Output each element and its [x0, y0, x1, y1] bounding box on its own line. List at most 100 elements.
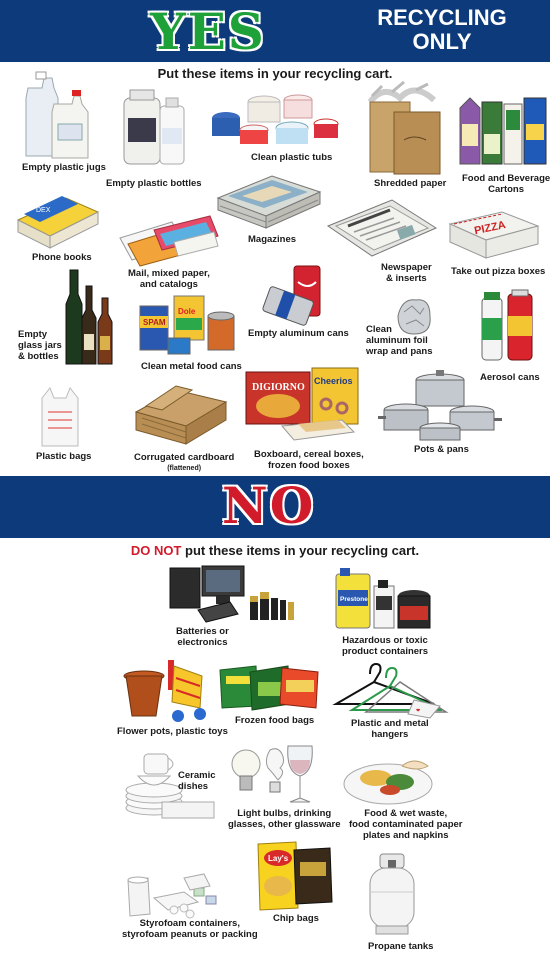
cardboard-label-main: Corrugated cardboard: [134, 452, 235, 463]
newspaper-label: Newspaper & inserts: [381, 262, 432, 284]
frozen-food-bags-image: [219, 665, 319, 711]
newspaper-image: [326, 199, 438, 257]
aerosol-cans-image: [481, 289, 533, 361]
pots-pans-image: [378, 370, 502, 441]
plastic-tubs-image: [212, 94, 339, 144]
no-banner: NO: [0, 476, 550, 538]
hazardous-label-line-1: Hazardous or toxic: [342, 635, 428, 646]
plastic-bottles-label: Empty plastic bottles: [106, 178, 202, 189]
cardboard-flattened-note: (flattened): [167, 465, 202, 472]
mail-image: [119, 215, 219, 267]
spam-text: SPAM: [143, 318, 166, 327]
plastic-bottles-image: [123, 89, 185, 165]
cartons-label: Food and Beverage Cartons: [462, 173, 550, 195]
foil-label-line-2: aluminum foil: [366, 335, 428, 346]
no-heading: NO: [221, 476, 316, 535]
aluminum-foil-label: Clean aluminum foil wrap and pans: [366, 324, 433, 357]
recycling-only-tagline: RECYCLING ONLY: [362, 6, 522, 54]
batteries-label-line-2: electronics: [177, 637, 228, 648]
do-not-emphasis: DO NOT: [130, 543, 182, 558]
hazardous-containers-image: Prestone: [335, 568, 431, 629]
foil-label-line-3: wrap and pans: [366, 346, 433, 357]
light-bulbs-label: Light bulbs, drinking glasses, other gla…: [228, 808, 340, 830]
ceramic-label-line-2: dishes: [178, 781, 209, 792]
newspaper-label-line-1: Newspaper: [381, 262, 432, 273]
propane-tank-image: [369, 853, 415, 935]
food-label-line-1: Food & wet waste,: [364, 808, 448, 819]
chip-bags-label: Chip bags: [273, 913, 319, 924]
shredded-paper-label: Shredded paper: [374, 178, 447, 189]
mail-label-line-1: Mail, mixed paper,: [128, 268, 210, 279]
flower-pots-toys-image: [123, 660, 206, 722]
aluminum-cans-label: Empty aluminum cans: [248, 328, 349, 339]
styrofoam-image: [127, 873, 217, 919]
svg-text:DEX: DEX: [36, 207, 51, 214]
svg-text:❤: ❤: [416, 708, 420, 714]
metal-cans-label: Clean metal food cans: [141, 361, 242, 372]
batteries-label-line-1: Batteries or: [176, 626, 229, 637]
phone-books-label: Phone books: [32, 252, 92, 263]
foil-label-line-1: Clean: [366, 324, 392, 335]
batteries-label: Batteries or electronics: [176, 626, 229, 648]
cartons-image: [459, 97, 547, 165]
styro-label-line-1: Styrofoam containers,: [139, 918, 240, 929]
prestone-text: Prestone: [340, 596, 368, 603]
food-label-line-2: food contaminated paper: [349, 819, 463, 830]
food-waste-image: [343, 760, 433, 805]
boxboard-label-line-2: frozen food boxes: [268, 460, 350, 471]
no-instruction: DO NOT put these items in your recycling…: [0, 543, 550, 558]
yes-banner: YES RECYCLING ONLY: [0, 0, 550, 62]
hangers-label-line-1: Plastic and metal: [351, 718, 429, 729]
phone-books-image: DEX: [16, 196, 100, 249]
boxboard-label-line-1: Boxboard, cereal boxes,: [254, 449, 364, 460]
chip-bags-image: Lay's: [257, 841, 333, 911]
hangers-image: ❤: [332, 662, 449, 719]
ceramic-dishes-label: Ceramic dishes: [178, 770, 216, 792]
hangers-label-line-2: hangers: [371, 729, 409, 740]
glass-label-line-3: & bottles: [18, 351, 59, 362]
magazines-image: [216, 175, 322, 229]
styro-label-line-2: styrofoam peanuts or packing: [122, 929, 258, 940]
cardboard-label: Corrugated cardboard (flattened): [134, 452, 234, 474]
boxboard-label: Boxboard, cereal boxes, frozen food boxe…: [254, 449, 364, 471]
mail-label-line-2: and catalogs: [139, 279, 198, 290]
pots-pans-label: Pots & pans: [414, 444, 469, 455]
digiorno-text: DIGIORNO: [252, 382, 305, 393]
plastic-bags-image: [41, 387, 79, 447]
hangers-label: Plastic and metal hangers: [351, 718, 429, 740]
bulbs-label-line-2: glasses, other glassware: [228, 819, 341, 830]
plastic-bags-label: Plastic bags: [36, 451, 92, 462]
propane-tanks-label: Propane tanks: [368, 941, 434, 952]
styrofoam-label: Styrofoam containers, styrofoam peanuts …: [122, 918, 258, 940]
food-label-line-3: plates and napkins: [362, 830, 449, 841]
frozen-food-bags-label: Frozen food bags: [235, 715, 315, 726]
tagline-line-1: RECYCLING: [377, 5, 507, 30]
food-waste-label: Food & wet waste, food contaminated pape…: [349, 808, 462, 841]
cardboard-image: [134, 385, 228, 445]
shredded-paper-image: [367, 80, 441, 175]
aluminum-cans-image: [262, 265, 321, 326]
no-instruction-rest: put these items in your recycling cart.: [181, 543, 420, 558]
cartons-label-line-2: Cartons: [488, 184, 525, 195]
electronics-image: [169, 565, 294, 623]
plastic-jugs-label: Empty plastic jugs: [22, 162, 106, 173]
glass-label-line-1: Empty: [18, 329, 48, 340]
glass-bottles-image: [65, 269, 113, 365]
cartons-label-line-1: Food and Beverage: [462, 173, 550, 184]
lays-text: Lay's: [268, 854, 289, 863]
flower-pots-label: Flower pots, plastic toys: [117, 726, 228, 737]
light-bulbs-glassware-image: [231, 745, 313, 803]
tagline-line-2: ONLY: [412, 29, 472, 54]
glass-label-line-2: glass jars: [18, 340, 62, 351]
bulbs-label-line-1: Light bulbs, drinking: [237, 808, 332, 819]
metal-cans-image: SPAM Dole: [139, 295, 235, 355]
mail-label: Mail, mixed paper, and catalogs: [128, 268, 210, 290]
yes-heading: YES: [149, 2, 266, 61]
hazardous-label: Hazardous or toxic product containers: [342, 635, 428, 657]
plastic-jugs-image: [25, 71, 89, 159]
boxboard-image: DIGIORNO Cheerios: [245, 367, 359, 441]
cheerios-text: Cheerios: [314, 376, 353, 386]
hazardous-label-line-2: product containers: [342, 646, 429, 657]
ceramic-label-line-1: Ceramic: [178, 770, 216, 781]
newspaper-label-line-2: & inserts: [386, 273, 427, 284]
